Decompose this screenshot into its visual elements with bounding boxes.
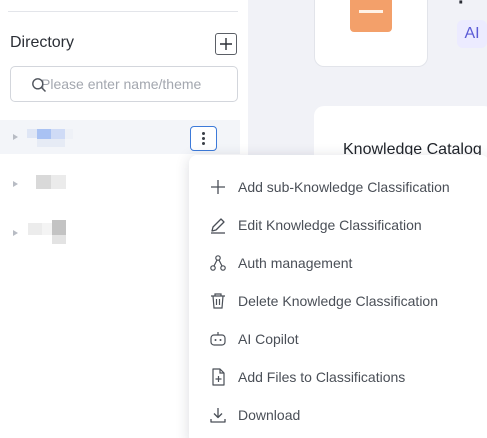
blurred-name [65,129,73,139]
more-dot [202,132,205,135]
menu-item-label: Delete Knowledge Classification [238,293,438,309]
plus-icon [220,38,232,50]
menu-item-download[interactable]: Download [189,396,487,434]
blurred-name [52,235,66,244]
blurred-name [51,175,66,189]
blurred-name [37,139,65,147]
directory-title: Directory [10,34,75,51]
plus-icon [208,177,228,197]
menu-item-edit-classification[interactable]: Edit Knowledge Classification [189,206,487,244]
trash-icon [208,291,228,311]
menu-item-ai-copilot[interactable]: AI Copilot [189,320,487,358]
context-menu: Add sub-Knowledge Classification Edit Kn… [189,155,487,438]
menu-item-label: Download [238,407,301,423]
auth-icon [208,253,228,273]
menu-item-label: Add sub-Knowledge Classification [238,179,450,195]
blurred-name [28,223,42,235]
more-dot [202,137,205,140]
download-icon [208,405,228,425]
search-input[interactable] [41,76,231,92]
menu-item-add-sub-classification[interactable]: Add sub-Knowledge Classification [189,168,487,206]
menu-item-delete-classification[interactable]: Delete Knowledge Classification [189,282,487,320]
more-dot [202,142,205,145]
search-icon [32,78,47,93]
blurred-name [42,223,52,235]
header-glyph: · [458,0,465,14]
menu-item-label: AI Copilot [238,331,299,347]
robot-icon [208,329,228,349]
caret-right-icon[interactable] [13,230,18,236]
file-add-icon [208,367,228,387]
divider [8,11,238,12]
ai-badge[interactable]: AI [457,20,487,48]
blurred-name [37,129,51,139]
caret-right-icon[interactable] [13,181,18,187]
menu-item-add-files[interactable]: Add Files to Classifications [189,358,487,396]
logo-image [350,0,392,32]
search-box[interactable] [10,66,238,102]
menu-item-auth-management[interactable]: Auth management [189,244,487,282]
blurred-name [51,129,65,139]
add-directory-button[interactable] [215,33,237,55]
edit-icon [208,215,228,235]
blurred-name [36,175,51,189]
more-options-button[interactable] [190,126,217,151]
blurred-name [27,129,37,138]
menu-item-label: Auth management [238,255,353,271]
caret-right-icon[interactable] [13,134,18,140]
menu-item-label: Add Files to Classifications [238,369,406,385]
menu-item-label: Edit Knowledge Classification [238,217,422,233]
blurred-name [52,220,66,235]
